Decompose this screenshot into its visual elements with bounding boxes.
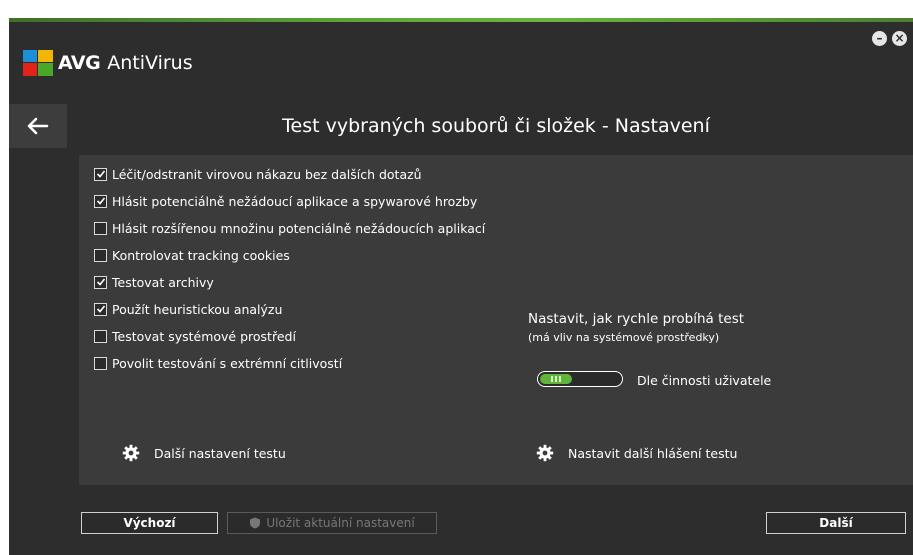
checkbox[interactable] [94, 167, 107, 181]
option-label: Hlásit rozšířenou množinu potenciálně ne… [112, 220, 486, 236]
option-label: Testovat archivy [112, 274, 214, 290]
option-thorough-scan[interactable]: Povolit testování s extrémní citlivostí [94, 354, 342, 372]
checkbox[interactable] [94, 302, 107, 316]
checkbox[interactable] [94, 194, 107, 208]
speed-value-label: Dle činnosti uživatele [637, 373, 772, 388]
gear-icon [122, 444, 140, 462]
minimize-button[interactable]: – [872, 31, 887, 46]
option-heuristics[interactable]: Použít heuristickou analýzu [94, 300, 282, 318]
checkmark-icon [96, 278, 105, 286]
checkbox[interactable] [94, 275, 107, 289]
more-scan-settings-link[interactable]: Další nastavení testu [122, 444, 286, 462]
more-report-settings-link[interactable]: Nastavit další hlášení testu [536, 444, 737, 462]
option-label: Testovat systémové prostředí [112, 328, 296, 344]
more-report-settings-label: Nastavit další hlášení testu [568, 445, 738, 461]
next-button[interactable]: Další [766, 512, 906, 534]
save-settings-button[interactable]: Uložit aktuální nastavení [227, 512, 437, 534]
app-logo: AVG AntiVirus [23, 50, 193, 76]
option-system-environment[interactable]: Testovat systémové prostředí [94, 327, 296, 345]
option-scan-archives[interactable]: Testovat archivy [94, 273, 214, 291]
default-button[interactable]: Výchozí [81, 512, 218, 534]
option-tracking-cookies[interactable]: Kontrolovat tracking cookies [94, 246, 290, 264]
shield-icon [250, 517, 261, 529]
speed-subtitle: (má vliv na systémové prostředky) [528, 331, 720, 344]
checkmark-icon [96, 170, 105, 178]
checkmark-icon [96, 305, 105, 313]
option-report-extended-pup[interactable]: Hlásit rozšířenou množinu potenciálně ne… [94, 219, 485, 237]
option-label: Povolit testování s extrémní citlivostí [112, 355, 343, 371]
page-title: Test vybraných souborů či složek - Nasta… [282, 115, 710, 137]
checkmark-icon [96, 197, 105, 205]
brand-name: AVG [58, 52, 101, 74]
checkbox[interactable] [94, 329, 107, 343]
slider-grip [551, 376, 553, 382]
checkbox[interactable] [94, 248, 107, 262]
speed-title: Nastavit, jak rychle probíhá test [528, 311, 745, 327]
slider-grip [555, 376, 557, 382]
option-report-pup-spyware[interactable]: Hlásit potenciálně nežádoucí aplikace a … [94, 192, 477, 210]
close-button[interactable]: × [892, 31, 907, 46]
app-window: AVG AntiVirus – × Test vybraných souborů… [9, 18, 913, 555]
slider-grip [559, 376, 561, 382]
speed-slider[interactable] [537, 371, 623, 387]
avg-logo-icon [23, 50, 53, 76]
option-label: Použít heuristickou analýzu [112, 301, 283, 317]
app-frame: AVG AntiVirus – × Test vybraných souborů… [0, 8, 913, 555]
option-label: Hlásit potenciálně nežádoucí aplikace a … [112, 193, 478, 209]
product-name: AntiVirus [107, 52, 193, 74]
arrow-left-icon [27, 117, 49, 135]
more-scan-settings-label: Další nastavení testu [154, 445, 286, 461]
option-label: Kontrolovat tracking cookies [112, 247, 290, 263]
checkbox[interactable] [94, 221, 107, 235]
back-button[interactable] [9, 104, 67, 148]
save-settings-label: Uložit aktuální nastavení [266, 516, 415, 530]
gear-icon [536, 444, 554, 462]
option-label: Léčit/odstranit virovou nákazu bez další… [112, 166, 422, 182]
checkbox[interactable] [94, 356, 107, 370]
option-heal-without-asking[interactable]: Léčit/odstranit virovou nákazu bez další… [94, 165, 422, 183]
